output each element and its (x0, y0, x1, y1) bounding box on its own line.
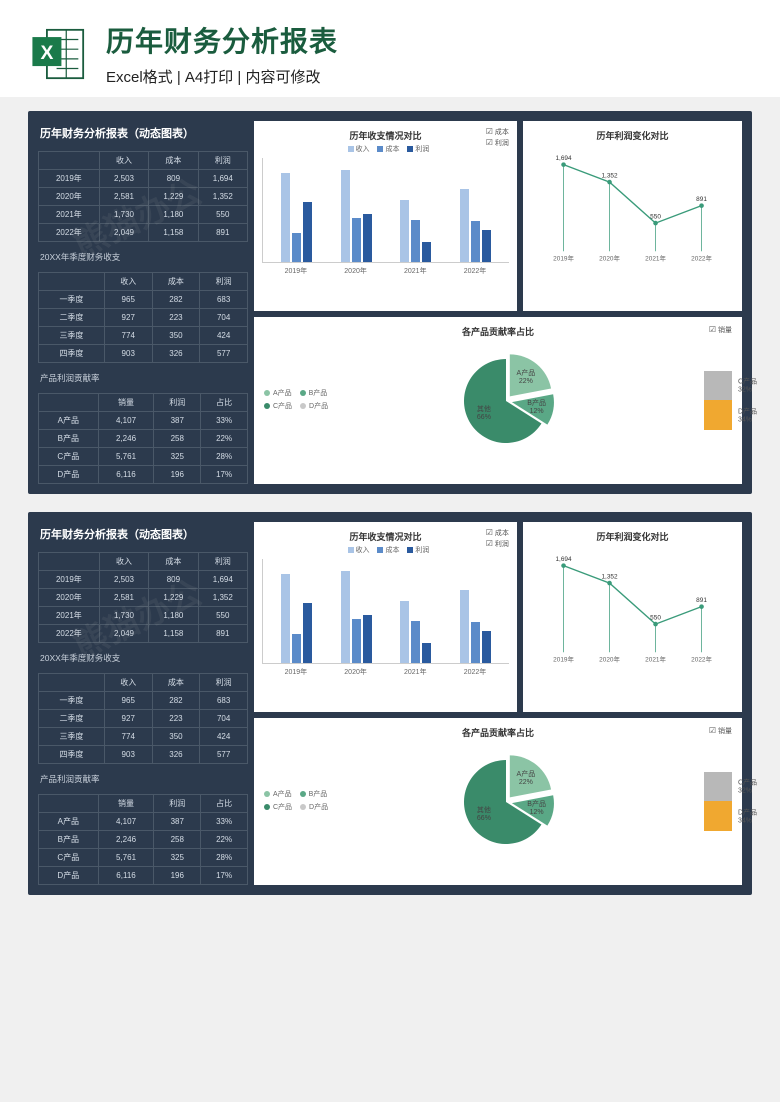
line-plot-area: 1,694 1,352 550 891 2019年 2020年 2021年 2022年 (531, 150, 734, 265)
chart-filter-checks: 销量 (709, 325, 732, 335)
dashboard-title: 历年财务分析报表（动态图表） (38, 522, 248, 546)
svg-text:891: 891 (696, 597, 707, 604)
bar-legend: 收入 成本 利润 (262, 144, 509, 154)
bar-plot-area (262, 158, 509, 263)
svg-text:1,352: 1,352 (601, 573, 618, 580)
dashboard-title: 历年财务分析报表（动态图表） (38, 121, 248, 145)
dashboard-preview: 熊猫办公 熊猫办公 历年财务分析报表（动态图表） 收入成本利润 2019年2,5… (28, 512, 752, 895)
line-plot-area: 1,694 1,352 550 891 2019年 2020年 2021年 2022年 (531, 551, 734, 666)
svg-text:2021年: 2021年 (645, 253, 666, 262)
line-chart: 历年利润变化对比 1,694 1,352 550 891 2019年 2020年 2021年… (523, 522, 742, 712)
svg-text:66%: 66% (477, 414, 491, 421)
svg-text:550: 550 (650, 213, 661, 220)
svg-text:2022年: 2022年 (691, 654, 712, 663)
svg-text:1,694: 1,694 (555, 556, 572, 563)
svg-text:2021年: 2021年 (645, 654, 666, 663)
bar-x-labels: 2019年2020年2021年2022年 (262, 266, 509, 276)
svg-text:891: 891 (696, 196, 707, 203)
chart-filter-checks: 成本 利润 (486, 127, 509, 149)
svg-text:B产品: B产品 (527, 397, 546, 406)
svg-text:550: 550 (650, 614, 661, 621)
svg-text:12%: 12% (530, 808, 544, 815)
bar-x-labels: 2019年2020年2021年2022年 (262, 667, 509, 677)
section-label: 20XX年季度财务收支 (38, 248, 248, 266)
data-tables-column: 历年财务分析报表（动态图表） 收入成本利润 2019年2,5038091,694… (38, 522, 248, 885)
page-header: X 历年财务分析报表 Excel格式 | A4打印 | 内容可修改 (0, 0, 780, 97)
excel-icon: X (30, 25, 88, 83)
bar-chart: 历年收支情况对比 成本 利润 收入 成本 利润 2019年2020年2021年2… (254, 121, 517, 311)
product-table: 销量利润占比 A产品4,10738733% B产品2,24625822% C产品… (38, 794, 248, 885)
svg-text:1,352: 1,352 (601, 172, 618, 179)
chart-title: 历年利润变化对比 (531, 129, 734, 142)
yearly-table: 收入成本利润 2019年2,5038091,694 2020年2,5811,22… (38, 151, 248, 242)
svg-text:其他: 其他 (477, 805, 491, 814)
pie-breakout-bars: C产品32%D产品34% (704, 371, 732, 430)
chart-title: 历年利润变化对比 (531, 530, 734, 543)
svg-text:2020年: 2020年 (599, 253, 620, 262)
section-label: 20XX年季度财务收支 (38, 649, 248, 667)
svg-text:A产品: A产品 (517, 367, 536, 376)
bar-chart: 历年收支情况对比 成本 利润 收入 成本 利润 2019年2020年2021年2… (254, 522, 517, 712)
svg-text:2020年: 2020年 (599, 654, 620, 663)
dashboard-container: 熊猫办公 熊猫办公 历年财务分析报表（动态图表） 收入成本利润 2019年2,5… (0, 97, 780, 909)
svg-text:22%: 22% (519, 778, 533, 785)
pie-legend: A产品 B产品 C产品 D产品 (264, 789, 328, 815)
line-chart: 历年利润变化对比 1,694 1,352 550 891 2019年 2020年 2021年… (523, 121, 742, 311)
svg-text:66%: 66% (477, 815, 491, 822)
svg-text:A产品: A产品 (517, 768, 536, 777)
chart-filter-checks: 销量 (709, 726, 732, 736)
pie-chart: 各产品贡献率占比 销量 A产品 B产品 C产品 D产品 A产品22% B产品12%… (254, 718, 742, 885)
svg-text:12%: 12% (530, 407, 544, 414)
quarterly-table: 收入成本利润 一季度965282683 二季度927223704 三季度7743… (38, 272, 248, 363)
bar-legend: 收入 成本 利润 (262, 545, 509, 555)
pie-plot-area: A产品22% B产品12% 其他66% (338, 341, 684, 461)
svg-text:2019年: 2019年 (553, 654, 574, 663)
quarterly-table: 收入成本利润 一季度965282683 二季度927223704 三季度7743… (38, 673, 248, 764)
data-tables-column: 历年财务分析报表（动态图表） 收入成本利润 2019年2,5038091,694… (38, 121, 248, 484)
chart-title: 各产品贡献率占比 (462, 726, 534, 739)
svg-text:1,694: 1,694 (555, 155, 572, 162)
chart-title: 各产品贡献率占比 (462, 325, 534, 338)
svg-text:X: X (40, 42, 53, 63)
chart-filter-checks: 成本 利润 (486, 528, 509, 550)
yearly-table: 收入成本利润 2019年2,5038091,694 2020年2,5811,22… (38, 552, 248, 643)
pie-plot-area: A产品22% B产品12% 其他66% (338, 742, 684, 862)
bar-plot-area (262, 559, 509, 664)
svg-text:B产品: B产品 (527, 798, 546, 807)
section-label: 产品利润贡献率 (38, 770, 248, 788)
svg-text:其他: 其他 (477, 404, 491, 413)
page-title: 历年财务分析报表 (106, 20, 750, 60)
product-table: 销量利润占比 A产品4,10738733% B产品2,24625822% C产品… (38, 393, 248, 484)
dashboard-preview: 熊猫办公 熊猫办公 历年财务分析报表（动态图表） 收入成本利润 2019年2,5… (28, 111, 752, 494)
svg-text:2019年: 2019年 (553, 253, 574, 262)
svg-text:22%: 22% (519, 377, 533, 384)
chart-title: 历年收支情况对比 (262, 530, 509, 543)
section-label: 产品利润贡献率 (38, 369, 248, 387)
page-subtitle: Excel格式 | A4打印 | 内容可修改 (106, 66, 750, 87)
pie-chart: 各产品贡献率占比 销量 A产品 B产品 C产品 D产品 A产品22% B产品12%… (254, 317, 742, 484)
svg-text:2022年: 2022年 (691, 253, 712, 262)
pie-breakout-bars: C产品32%D产品34% (704, 772, 732, 831)
chart-title: 历年收支情况对比 (262, 129, 509, 142)
pie-legend: A产品 B产品 C产品 D产品 (264, 388, 328, 414)
